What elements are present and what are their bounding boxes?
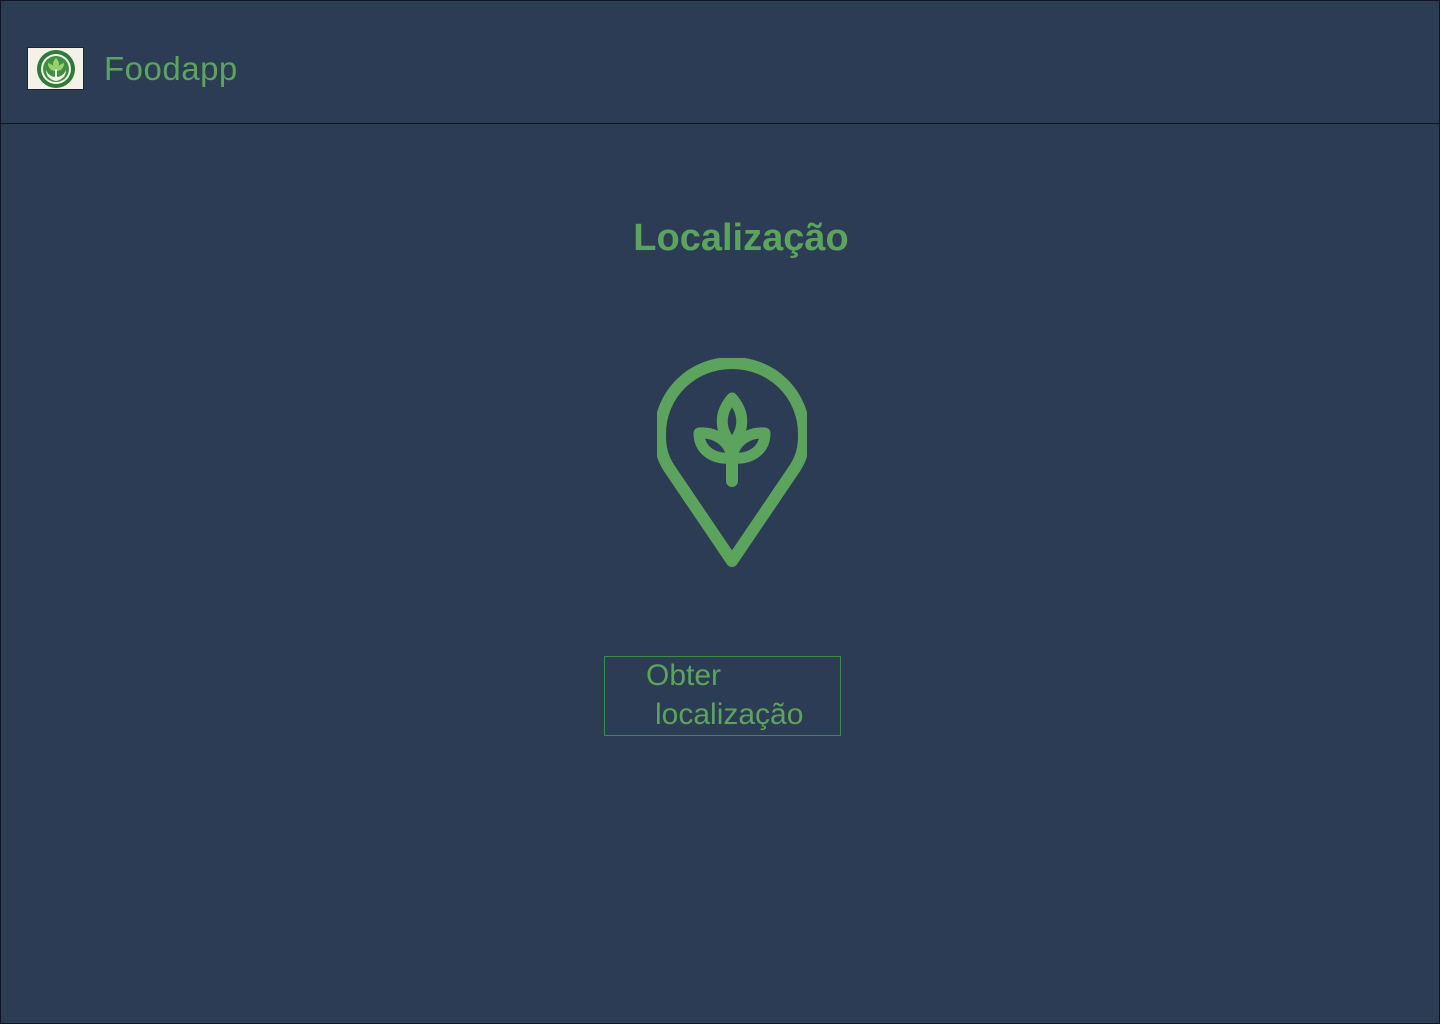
app-name[interactable]: Foodapp bbox=[104, 49, 238, 89]
hands-with-plant-logo-icon bbox=[37, 50, 75, 88]
button-label-line1: Obter bbox=[646, 659, 722, 692]
location-pin-with-leaf-icon bbox=[657, 358, 807, 567]
page-title: Localização bbox=[633, 217, 849, 259]
top-bar: Foodapp bbox=[1, 1, 1439, 124]
app-window: Foodapp Localização Obter localização bbox=[0, 0, 1440, 1024]
get-location-button[interactable]: Obter localização bbox=[604, 656, 841, 736]
app-logo[interactable] bbox=[27, 47, 84, 90]
button-label-line2: localização bbox=[655, 698, 804, 731]
